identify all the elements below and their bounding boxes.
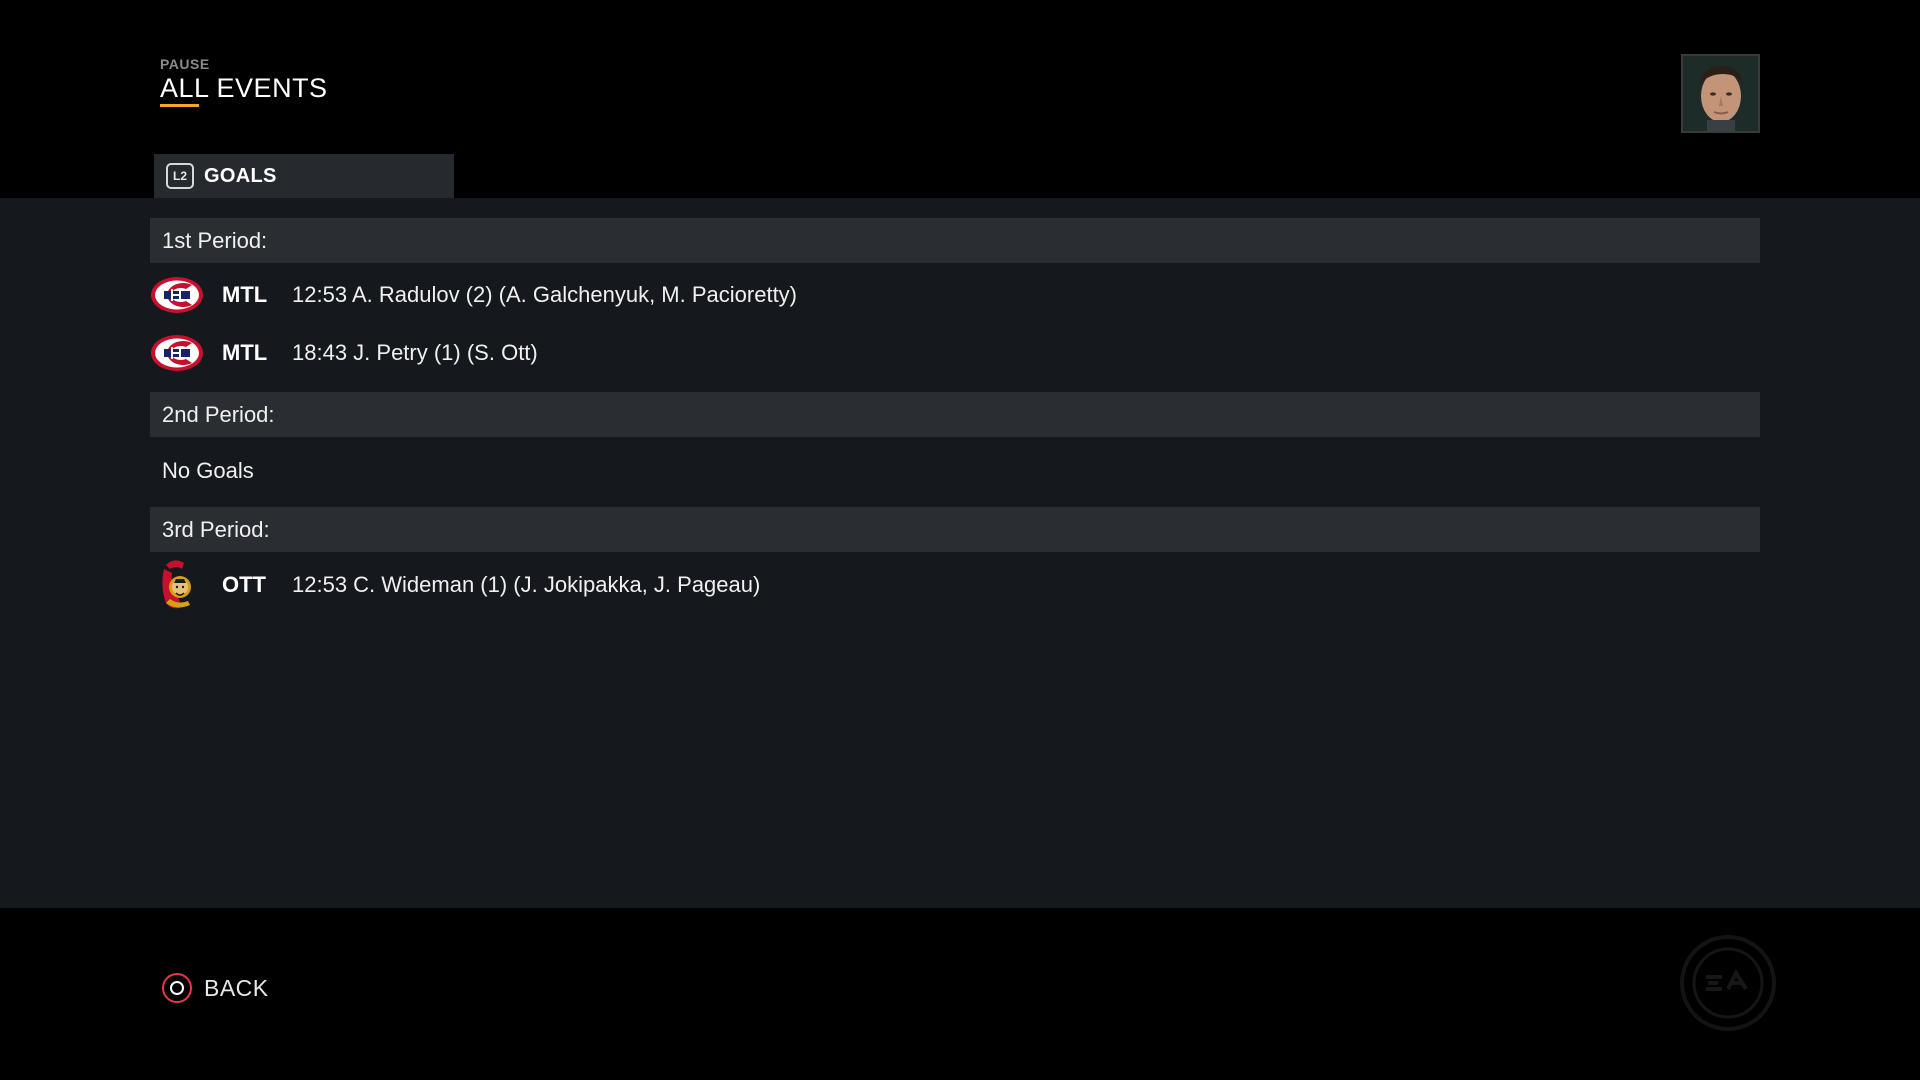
team-abbreviation: MTL [222,340,268,365]
menu-breadcrumb: PAUSE [160,56,210,72]
back-button[interactable]: BACK [162,973,269,1003]
goal-row: MTL 18:43 J. Petry (1) (S. Ott) [150,328,1760,378]
goal-description: 12:53 C. Wideman (1) (J. Jokipakka, J. P… [292,572,761,597]
tab-goals[interactable]: L2 GOALS [154,154,454,198]
player-portrait-icon [1683,56,1758,131]
l2-button-icon: L2 [166,163,194,189]
period-header-2nd: 2nd Period: [150,392,1760,437]
canadiens-logo-icon [150,328,204,378]
back-label: BACK [204,974,269,1001]
pause-menu-screen: PAUSE ALL EVENTS L2 GOALS 1st Period: MT… [0,0,1920,1080]
player-avatar [1681,54,1760,133]
goals-panel: 1st Period: MTL 12:53 A. Radulov (2) (A.… [0,198,1920,908]
senators-logo-icon [150,560,204,610]
period-header-1st: 1st Period: [150,218,1760,263]
no-goals-text: No Goals [162,458,254,483]
tab-goals-label: GOALS [204,164,277,187]
team-abbreviation: MTL [222,282,268,307]
goal-row: MTL 12:53 A. Radulov (2) (A. Galchenyuk,… [150,270,1760,320]
canadiens-logo-icon [150,270,204,320]
page-title: ALL EVENTS [160,73,328,103]
goal-row: OTT 12:53 C. Wideman (1) (J. Jokipakka, … [150,560,1760,610]
goal-description: 12:53 A. Radulov (2) (A. Galchenyuk, M. … [292,282,798,307]
period-header-3rd: 3rd Period: [150,507,1760,552]
team-abbreviation: OTT [222,572,266,597]
circle-button-icon [162,973,192,1003]
goal-description: 18:43 J. Petry (1) (S. Ott) [292,340,538,365]
title-underline [160,104,199,107]
no-goals-row: No Goals [150,446,1760,496]
ea-sports-logo-icon [1680,935,1776,1031]
